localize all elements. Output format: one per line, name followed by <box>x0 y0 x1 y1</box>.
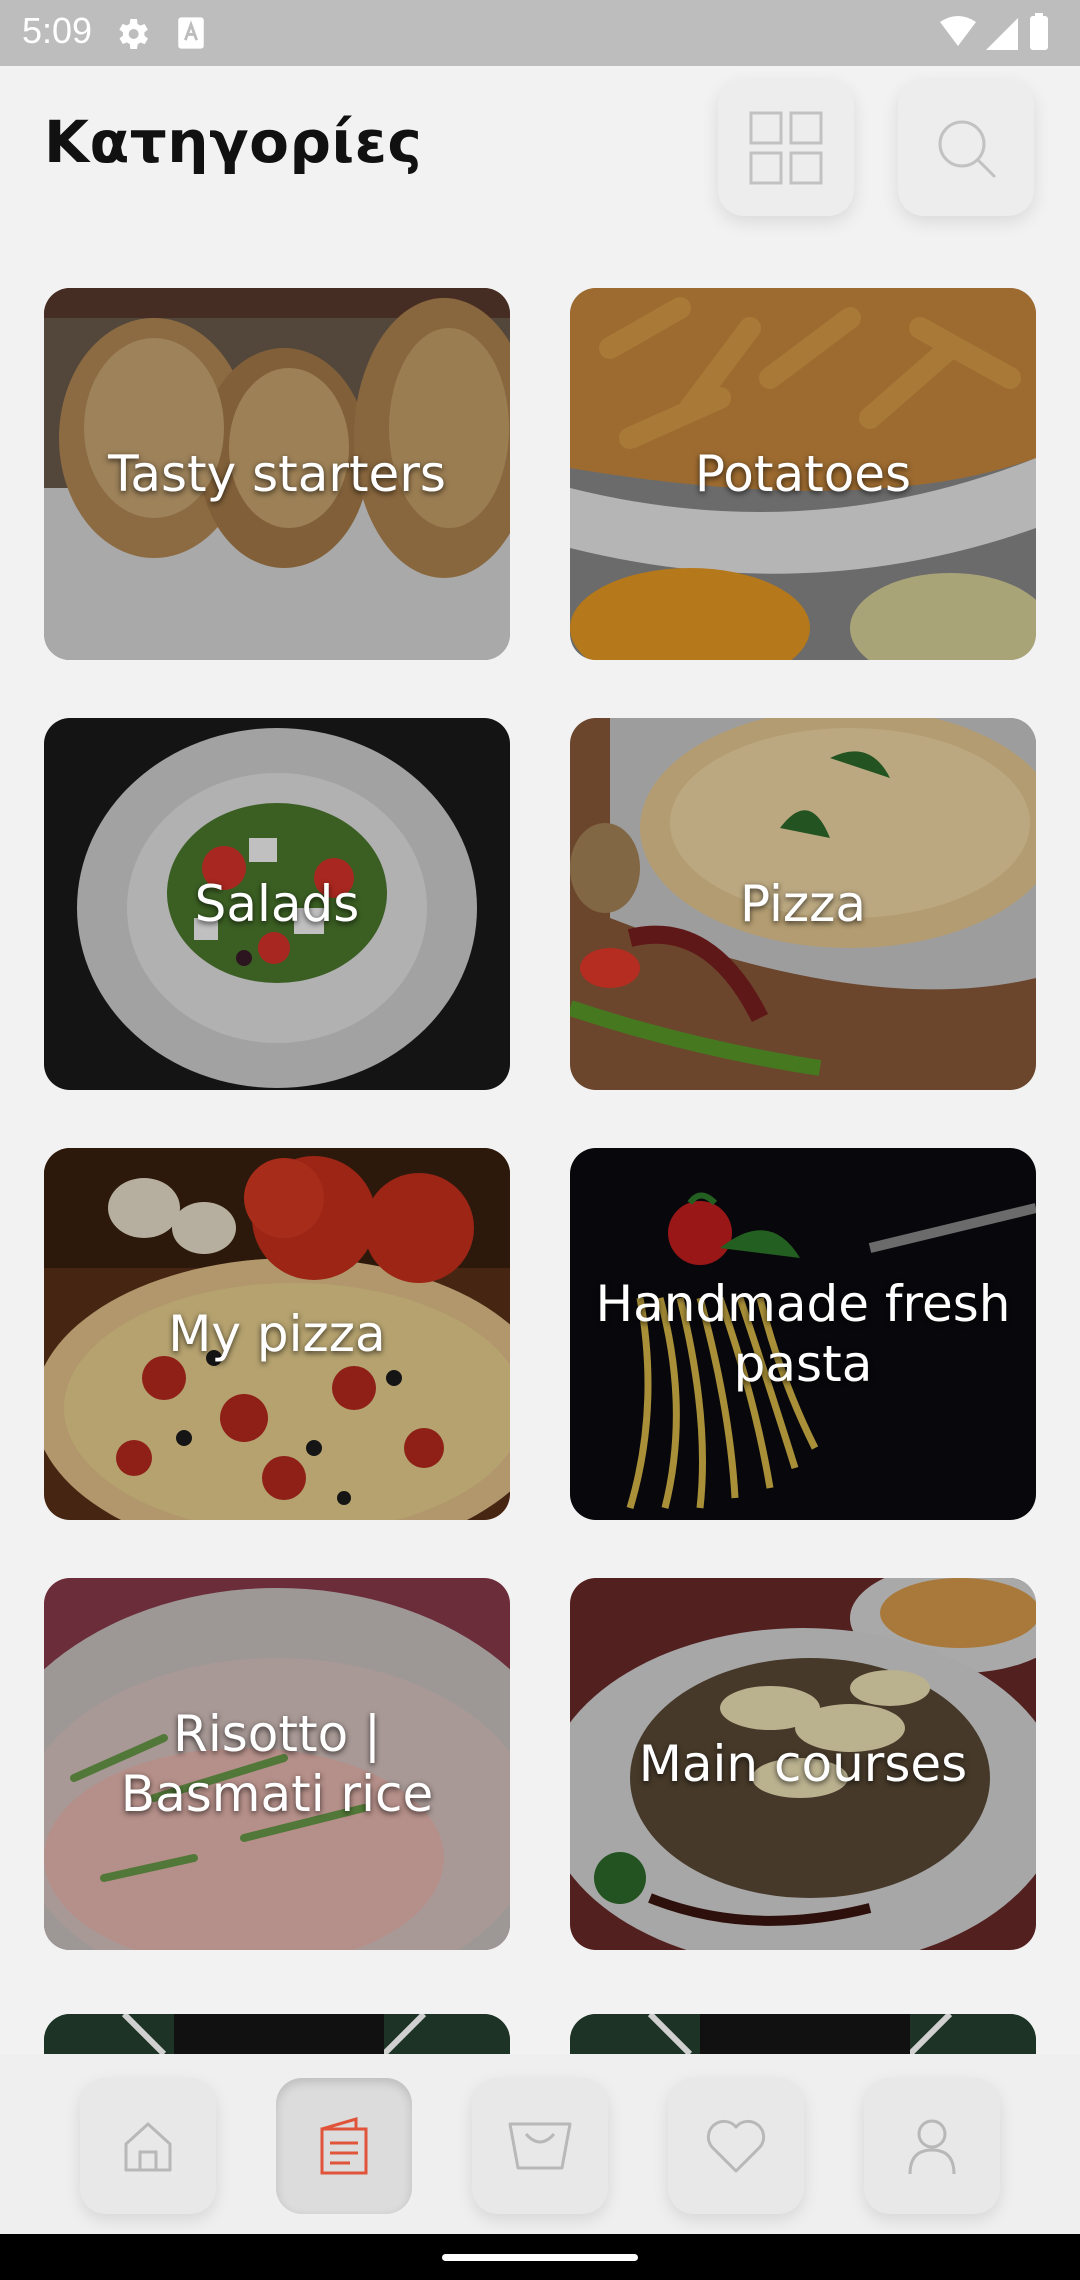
category-label: Salads <box>194 875 360 933</box>
bottom-navigation <box>0 2054 1080 2234</box>
battery-icon <box>1030 16 1048 50</box>
menu-icon <box>320 2116 368 2175</box>
category-card-partial[interactable] <box>44 2014 510 2054</box>
user-icon <box>908 2119 956 2175</box>
keyboard-a-icon <box>178 17 204 49</box>
settings-gear-icon <box>119 19 148 49</box>
search-icon <box>938 120 996 178</box>
category-label: Pizza <box>739 875 867 933</box>
category-card-salads[interactable]: Salads <box>44 718 510 1090</box>
next-row-partial <box>44 2014 1036 2054</box>
category-label: Risotto | Basmati rice <box>120 1705 434 1823</box>
nav-profile[interactable] <box>864 2078 1000 2214</box>
nav-basket[interactable] <box>472 2078 608 2214</box>
partial-image <box>570 2014 1036 2054</box>
category-card-pizza[interactable]: Pizza <box>570 718 1036 1090</box>
nav-favorites[interactable] <box>668 2078 804 2214</box>
status-time: 5:09 <box>22 10 93 51</box>
signal-icon <box>986 18 1018 50</box>
search-button[interactable] <box>898 80 1034 216</box>
category-label: Main courses <box>638 1735 968 1793</box>
category-label: Potatoes <box>694 445 912 503</box>
partial-image <box>44 2014 510 2054</box>
grid-view-button[interactable] <box>718 80 854 216</box>
system-gesture-bar <box>0 2234 1080 2280</box>
status-bar: 5:09 <box>0 0 1080 66</box>
basket-icon <box>508 2122 572 2170</box>
category-card-handmade-fresh-pasta[interactable]: Handmade fresh pasta <box>570 1148 1036 1520</box>
category-card-my-pizza[interactable]: My pizza <box>44 1148 510 1520</box>
nav-menu[interactable] <box>276 2078 412 2214</box>
category-label: Tasty starters <box>108 445 446 503</box>
heart-icon <box>706 2119 766 2173</box>
home-gesture-handle[interactable] <box>442 2254 638 2261</box>
category-label: My pizza <box>168 1305 386 1363</box>
category-grid: Tasty starters Potatoes Salads Pizza My … <box>44 288 1036 1950</box>
page-title: Κατηγορίες <box>44 108 423 176</box>
grid-icon <box>749 111 823 185</box>
category-card-partial[interactable] <box>570 2014 1036 2054</box>
category-label: Handmade fresh pasta <box>595 1275 1011 1393</box>
home-icon <box>124 2122 172 2172</box>
wifi-icon <box>940 16 976 46</box>
status-icons <box>940 13 1048 50</box>
nav-home[interactable] <box>80 2078 216 2214</box>
category-card-potatoes[interactable]: Potatoes <box>570 288 1036 660</box>
category-card-main-courses[interactable]: Main courses <box>570 1578 1036 1950</box>
category-card-tasty-starters[interactable]: Tasty starters <box>44 288 510 660</box>
category-card-risotto-basmati-rice[interactable]: Risotto | Basmati rice <box>44 1578 510 1950</box>
